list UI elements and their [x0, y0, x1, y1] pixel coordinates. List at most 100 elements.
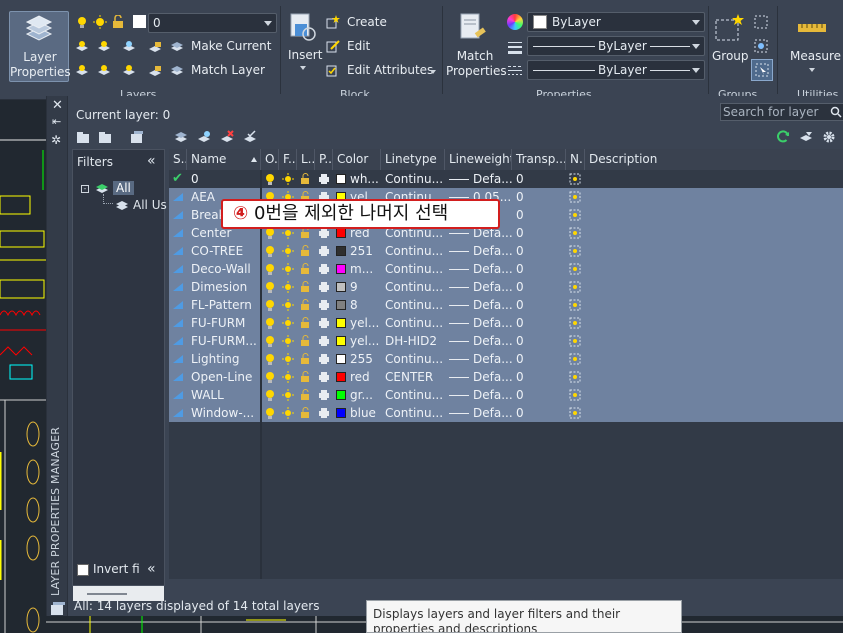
freeze-sun-icon[interactable] — [279, 332, 297, 350]
layer-description[interactable] — [585, 278, 843, 296]
layer-row[interactable]: Dimesion 9 Continu... Defa... 0 — [169, 278, 843, 296]
header-col-on[interactable]: O.. — [261, 149, 279, 170]
layer-linetype[interactable]: Continu... — [381, 260, 445, 278]
freeze-sun-icon[interactable] — [279, 170, 297, 188]
lineweight-icon[interactable] — [508, 40, 522, 54]
layer-on-icon[interactable] — [75, 64, 89, 78]
unlock-icon[interactable] — [297, 404, 315, 422]
layer-name[interactable]: Open-Line — [187, 368, 261, 386]
unlock-icon[interactable] — [297, 170, 315, 188]
header-col-linetype[interactable]: Linetype — [381, 149, 445, 170]
edit-attributes-icon[interactable] — [326, 63, 340, 77]
printer-icon[interactable] — [315, 368, 333, 386]
layer-transparency[interactable]: 0 — [512, 404, 566, 422]
new-vp-freeze-icon[interactable] — [566, 278, 585, 296]
match-layer-label[interactable]: Match Layer — [191, 63, 265, 77]
layer-thaw-icon[interactable] — [122, 64, 136, 78]
layer-transparency[interactable]: 0 — [512, 170, 566, 188]
new-vp-freeze-icon[interactable] — [566, 350, 585, 368]
layer-linetype[interactable]: Continu... — [381, 242, 445, 260]
layer-name[interactable]: Window-... — [187, 404, 261, 422]
unlock-icon[interactable] — [111, 15, 125, 29]
layer-properties-button[interactable]: Layer Properties — [9, 11, 71, 82]
unlock-icon[interactable] — [297, 242, 315, 260]
color-wheel-icon[interactable] — [507, 14, 523, 30]
palette-title-strip[interactable]: ✕ ⇤ ✲ LAYER PROPERTIES MANAGER — [47, 96, 68, 616]
edit-label[interactable]: Edit — [347, 39, 370, 53]
on-bulb-icon[interactable] — [261, 350, 279, 368]
layer-linetype[interactable]: CENTER — [381, 368, 445, 386]
layer-description[interactable] — [585, 188, 843, 206]
layer-color[interactable]: m... — [333, 260, 381, 278]
new-vp-freeze-icon[interactable] — [566, 296, 585, 314]
layer-row[interactable]: FL-Pattern 8 Continu... Defa... 0 — [169, 296, 843, 314]
layer-states-manager-icon[interactable] — [130, 130, 144, 144]
layer-transparency[interactable]: 0 — [512, 350, 566, 368]
edit-block-icon[interactable] — [326, 39, 340, 53]
printer-icon[interactable] — [315, 350, 333, 368]
tree-item-all-used[interactable]: All Us — [133, 198, 167, 212]
freeze-sun-icon[interactable] — [279, 296, 297, 314]
layer-name[interactable]: CO-TREE — [187, 242, 261, 260]
freeze-sun-icon[interactable] — [279, 368, 297, 386]
ungroup-icon[interactable] — [754, 15, 768, 29]
layer-color[interactable]: gr... — [333, 386, 381, 404]
layer-name[interactable]: Dimesion — [187, 278, 261, 296]
layer-lineweight[interactable]: Defa... — [445, 296, 512, 314]
layer-settings-icon[interactable] — [799, 130, 813, 144]
settings-gear-icon[interactable]: ✲ — [51, 133, 61, 147]
layer-transparency[interactable]: 0 — [512, 278, 566, 296]
layer-transparency[interactable]: 0 — [512, 386, 566, 404]
layer-freeze-icon[interactable] — [122, 40, 136, 54]
group-button[interactable]: Group — [710, 10, 750, 70]
tree-expander[interactable]: - — [81, 185, 89, 193]
layer-color[interactable]: red — [333, 368, 381, 386]
layer-row[interactable]: Open-Line red CENTER Defa... 0 — [169, 368, 843, 386]
layer-color[interactable]: blue — [333, 404, 381, 422]
layer-row[interactable]: FU-FURM yel... Continu... Defa... 0 — [169, 314, 843, 332]
unlock-icon[interactable] — [297, 278, 315, 296]
layer-name[interactable]: FL-Pattern — [187, 296, 261, 314]
bulb-icon[interactable] — [75, 15, 89, 29]
layer-description[interactable] — [585, 314, 843, 332]
layer-lineweight[interactable]: Defa... — [445, 170, 512, 188]
layer-row[interactable]: WALL gr... Continu... Defa... 0 — [169, 386, 843, 404]
freeze-sun-icon[interactable] — [279, 386, 297, 404]
match-properties-button[interactable]: Match Properties — [446, 10, 507, 80]
header-col-status[interactable]: S.. — [169, 149, 187, 170]
layer-description[interactable] — [585, 404, 843, 422]
set-current-icon[interactable] — [243, 130, 257, 144]
freeze-sun-icon[interactable] — [279, 404, 297, 422]
layer-color[interactable]: 9 — [333, 278, 381, 296]
layer-transparency[interactable]: 0 — [512, 260, 566, 278]
header-col-freeze[interactable]: F.. — [279, 149, 297, 170]
new-vp-freeze-icon[interactable] — [566, 386, 585, 404]
chevron-down-icon[interactable] — [430, 70, 436, 74]
layer-lineweight[interactable]: Defa... — [445, 368, 512, 386]
layer-transparency[interactable]: 0 — [512, 224, 566, 242]
printer-icon[interactable] — [315, 278, 333, 296]
layer-lineweight[interactable]: Defa... — [445, 314, 512, 332]
new-property-filter-icon[interactable] — [76, 130, 90, 144]
layer-name[interactable]: Deco-Wall — [187, 260, 261, 278]
layer-name[interactable]: Lighting — [187, 350, 261, 368]
layer-description[interactable] — [585, 224, 843, 242]
sun-icon[interactable] — [93, 15, 107, 29]
layer-linetype[interactable]: DH-HID2 — [381, 332, 445, 350]
layer-lineweight[interactable]: Defa... — [445, 332, 512, 350]
layer-dropdown[interactable]: 0 — [148, 13, 277, 33]
drawing-canvas-left[interactable] — [0, 100, 46, 633]
new-vp-freeze-icon[interactable] — [566, 206, 585, 224]
linetype-dropdown[interactable]: ByLayer — [527, 60, 705, 80]
group-edit-icon[interactable] — [754, 39, 768, 53]
new-vp-freeze-icon[interactable] — [566, 368, 585, 386]
layer-transparency[interactable]: 0 — [512, 368, 566, 386]
freeze-sun-icon[interactable] — [279, 242, 297, 260]
layer-name[interactable]: FU-FURM — [187, 314, 261, 332]
make-current-icon[interactable] — [170, 40, 184, 54]
create-label[interactable]: Create — [347, 15, 387, 29]
close-icon[interactable]: ✕ — [52, 98, 63, 113]
on-bulb-icon[interactable] — [261, 386, 279, 404]
layer-row[interactable]: Lighting 255 Continu... Defa... 0 — [169, 350, 843, 368]
layer-color[interactable]: yel... — [333, 332, 381, 350]
